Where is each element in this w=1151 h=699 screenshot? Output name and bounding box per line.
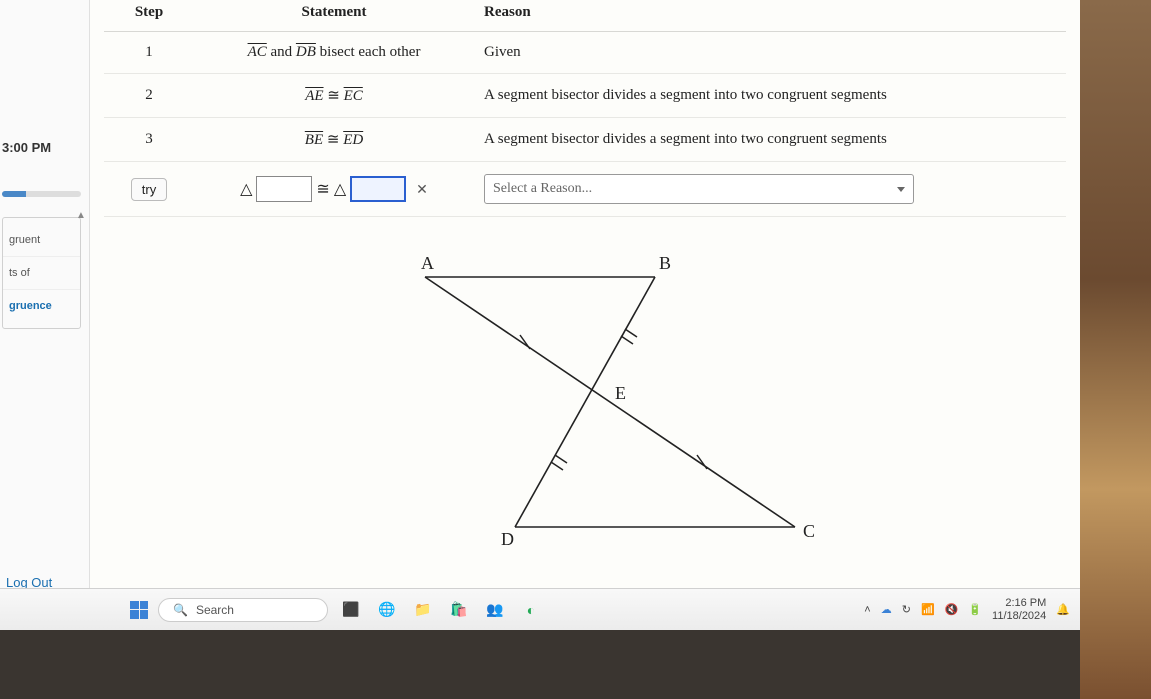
- segment-ed: ED: [343, 132, 363, 148]
- clock-time: 2:16 PM: [992, 597, 1046, 609]
- vertex-label-c: C: [803, 521, 815, 541]
- segment-ec: EC: [344, 88, 363, 104]
- step-number: 2: [104, 74, 194, 118]
- col-header-step: Step: [104, 0, 194, 32]
- table-row: 1 AC and DB bisect each other Given: [104, 32, 1066, 74]
- taskbar-clock[interactable]: 2:16 PM 11/18/2024: [992, 597, 1046, 621]
- sidebar-item-1[interactable]: ts of: [3, 257, 80, 290]
- teams-icon[interactable]: 👥: [482, 597, 508, 623]
- task-view-icon[interactable]: ⬛: [338, 597, 364, 623]
- search-placeholder: Search: [196, 603, 234, 617]
- store-icon[interactable]: 🛍️: [446, 597, 472, 623]
- try-button[interactable]: try: [131, 178, 167, 201]
- volume-muted-icon[interactable]: 🔇: [945, 603, 959, 616]
- clock-date: 11/18/2024: [992, 610, 1046, 622]
- file-explorer-icon[interactable]: 📁: [410, 597, 436, 623]
- segment-ae: AE: [305, 88, 323, 104]
- chevron-down-icon: [897, 187, 905, 192]
- table-row: 3 BE ≅ ED A segment bisector divides a s…: [104, 118, 1066, 162]
- onedrive-icon[interactable]: ☁: [881, 603, 892, 616]
- triangle-symbol: △: [240, 179, 252, 199]
- notifications-icon[interactable]: 🔔: [1056, 603, 1070, 616]
- segment-be: BE: [305, 132, 323, 148]
- clear-icon[interactable]: ✕: [416, 181, 428, 198]
- reason-cell: Given: [474, 32, 1066, 74]
- vertex-label-b: B: [659, 253, 671, 273]
- wifi-icon[interactable]: 📶: [921, 603, 935, 616]
- segment-ac: AC: [248, 44, 267, 60]
- windows-start-icon[interactable]: [130, 601, 148, 619]
- vertex-label-d: D: [501, 529, 514, 549]
- geometry-diagram: A B C D E: [325, 237, 845, 567]
- sidebar-item-2[interactable]: gruence: [3, 290, 80, 322]
- monitor-screen: 3:00 PM ▲ gruent ts of gruence Log Out S…: [0, 0, 1080, 630]
- vertex-label-a: A: [421, 253, 434, 273]
- congruent-symbol: ≅: [327, 132, 343, 148]
- sidebar-item-0[interactable]: gruent: [3, 224, 80, 257]
- reason-cell: A segment bisector divides a segment int…: [474, 118, 1066, 162]
- statement-cell: AE ≅ EC: [194, 74, 474, 118]
- battery-icon[interactable]: 🔋: [968, 603, 982, 616]
- app-icon[interactable]: ◐: [518, 597, 544, 623]
- taskbar-search[interactable]: 🔍 Search: [158, 598, 328, 622]
- sync-icon[interactable]: ↻: [902, 603, 911, 616]
- vertex-label-e: E: [615, 383, 626, 403]
- step-number: 3: [104, 118, 194, 162]
- col-header-statement: Statement: [194, 0, 474, 32]
- system-tray[interactable]: ˄ ☁ ↻ 📶 🔇 🔋 2:16 PM 11/18/2024 🔔: [864, 597, 1070, 621]
- triangle-congruence-input: △ ≅ △ ✕: [240, 176, 428, 202]
- lesson-nav-box: gruent ts of gruence: [2, 217, 81, 329]
- left-sidebar: 3:00 PM ▲ gruent ts of gruence Log Out: [0, 0, 90, 630]
- congruent-symbol: ≅: [316, 179, 329, 199]
- photo-background-right: [1080, 0, 1151, 699]
- congruent-symbol: ≅: [327, 88, 343, 104]
- due-time-label: 3:00 PM: [0, 140, 83, 155]
- search-icon: 🔍: [173, 603, 188, 617]
- progress-fill: [2, 191, 26, 197]
- statement-cell: BE ≅ ED: [194, 118, 474, 162]
- statement-cell: AC and DB bisect each other: [194, 32, 474, 74]
- windows-taskbar[interactable]: 🔍 Search ⬛ 🌐 📁 🛍️ 👥 ◐ ˄ ☁ ↻ 📶 🔇 🔋 2:16 P…: [0, 588, 1080, 630]
- segment-db: DB: [296, 44, 316, 60]
- step-number: 1: [104, 32, 194, 74]
- triangle-symbol: △: [334, 179, 346, 199]
- chevron-up-icon[interactable]: ˄: [864, 604, 870, 616]
- edge-icon[interactable]: 🌐: [374, 597, 400, 623]
- table-row-input: try △ ≅ △ ✕ Selec: [104, 162, 1066, 217]
- reason-dropdown[interactable]: Select a Reason...: [484, 174, 914, 204]
- reason-cell: A segment bisector divides a segment int…: [474, 74, 1066, 118]
- triangle-2-input[interactable]: [350, 176, 406, 202]
- triangle-1-input[interactable]: [256, 176, 312, 202]
- progress-bar: [2, 191, 81, 197]
- table-row: 2 AE ≅ EC A segment bisector divides a s…: [104, 74, 1066, 118]
- col-header-reason: Reason: [474, 0, 1066, 32]
- main-content: Step Statement Reason 1 AC and DB bisect…: [90, 0, 1080, 630]
- sidebar-scroll-up[interactable]: ▲: [74, 210, 88, 221]
- reason-placeholder: Select a Reason...: [493, 181, 592, 197]
- proof-table: Step Statement Reason 1 AC and DB bisect…: [104, 0, 1066, 217]
